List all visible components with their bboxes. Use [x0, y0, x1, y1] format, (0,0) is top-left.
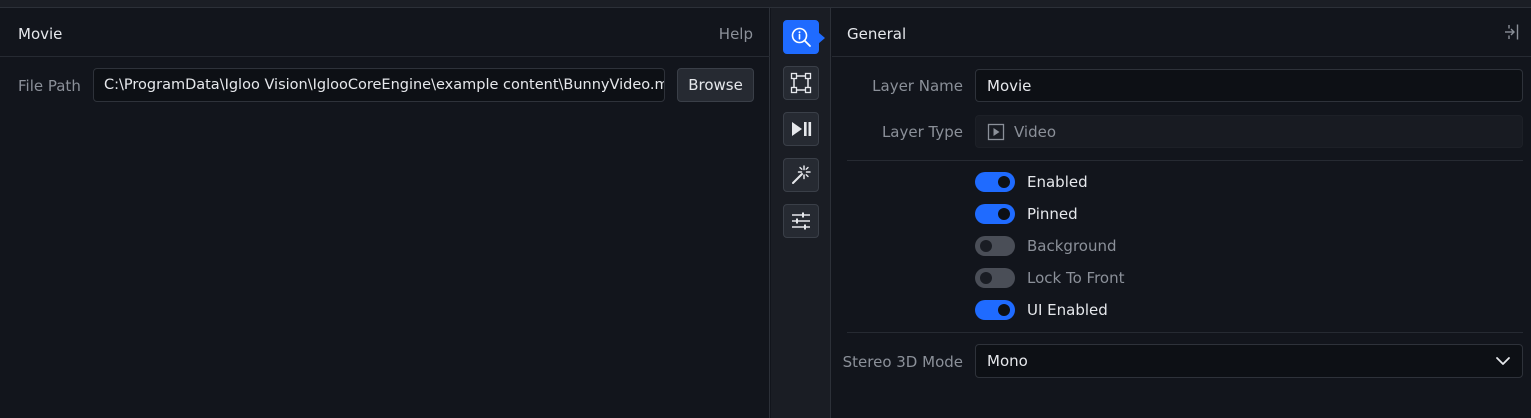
- layer-name-value: Movie: [987, 76, 1032, 95]
- layer-name-label: Layer Name: [872, 77, 963, 95]
- layer-name-input[interactable]: Movie: [975, 69, 1523, 102]
- video-icon: [987, 123, 1005, 140]
- pinned-switch[interactable]: [975, 204, 1015, 224]
- stereo-mode-label: Stereo 3D Mode: [842, 353, 963, 371]
- ui-enabled-switch[interactable]: [975, 300, 1015, 320]
- tool-rail: [771, 8, 831, 418]
- section-divider: [847, 160, 1523, 161]
- play-pause-icon: [792, 122, 812, 136]
- info-search-icon: [791, 27, 811, 47]
- help-link[interactable]: Help: [719, 25, 753, 43]
- section-divider: [847, 332, 1523, 333]
- stereo-mode-value: Mono: [987, 352, 1028, 370]
- playback-tab-button[interactable]: [783, 112, 819, 146]
- toggle-pinned[interactable]: Pinned: [975, 203, 1078, 225]
- sliders-icon: [792, 212, 810, 230]
- toggle-lock-to-front[interactable]: Lock To Front: [975, 267, 1124, 289]
- transform-icon: [790, 72, 812, 94]
- transform-tab-button[interactable]: [783, 66, 819, 100]
- layer-type-value: Video: [1014, 122, 1057, 141]
- general-title: General: [847, 25, 907, 43]
- chevron-down-icon: [1496, 357, 1510, 365]
- general-panel: General Layer Name Movie Layer Type Vide…: [832, 8, 1531, 418]
- enabled-label: Enabled: [1027, 173, 1088, 191]
- ui-enabled-label: UI Enabled: [1027, 301, 1108, 319]
- toggle-ui-enabled[interactable]: UI Enabled: [975, 299, 1108, 321]
- file-path-label: File Path: [18, 77, 81, 95]
- background-switch[interactable]: [975, 236, 1015, 256]
- stereo-mode-select[interactable]: Mono: [975, 344, 1523, 378]
- file-path-input[interactable]: C:\ProgramData\Igloo Vision\IglooCoreEng…: [93, 68, 665, 102]
- lock-to-front-switch[interactable]: [975, 268, 1015, 288]
- collapse-panel-icon[interactable]: [1503, 23, 1521, 41]
- background-label: Background: [1027, 237, 1117, 255]
- layer-type-field: Video: [975, 115, 1523, 148]
- properties-panel: Movie Help File Path C:\ProgramData\Iglo…: [0, 8, 770, 418]
- toggle-enabled[interactable]: Enabled: [975, 171, 1088, 193]
- enabled-switch[interactable]: [975, 172, 1015, 192]
- lock-to-front-label: Lock To Front: [1027, 269, 1125, 287]
- settings-tab-button[interactable]: [783, 204, 819, 238]
- general-tab-button[interactable]: [783, 20, 825, 54]
- magic-wand-icon: [792, 165, 811, 184]
- panel-header: Movie Help: [0, 8, 770, 57]
- pinned-label: Pinned: [1027, 205, 1078, 223]
- panel-title: Movie: [18, 25, 63, 43]
- browse-button[interactable]: Browse: [677, 68, 754, 102]
- toggle-background[interactable]: Background: [975, 235, 1117, 257]
- effects-tab-button[interactable]: [783, 158, 819, 192]
- general-header: General: [832, 8, 1531, 57]
- file-path-value: C:\ProgramData\Igloo Vision\IglooCoreEng…: [104, 77, 665, 93]
- layer-type-label: Layer Type: [881, 123, 963, 141]
- top-bar: [0, 0, 1531, 8]
